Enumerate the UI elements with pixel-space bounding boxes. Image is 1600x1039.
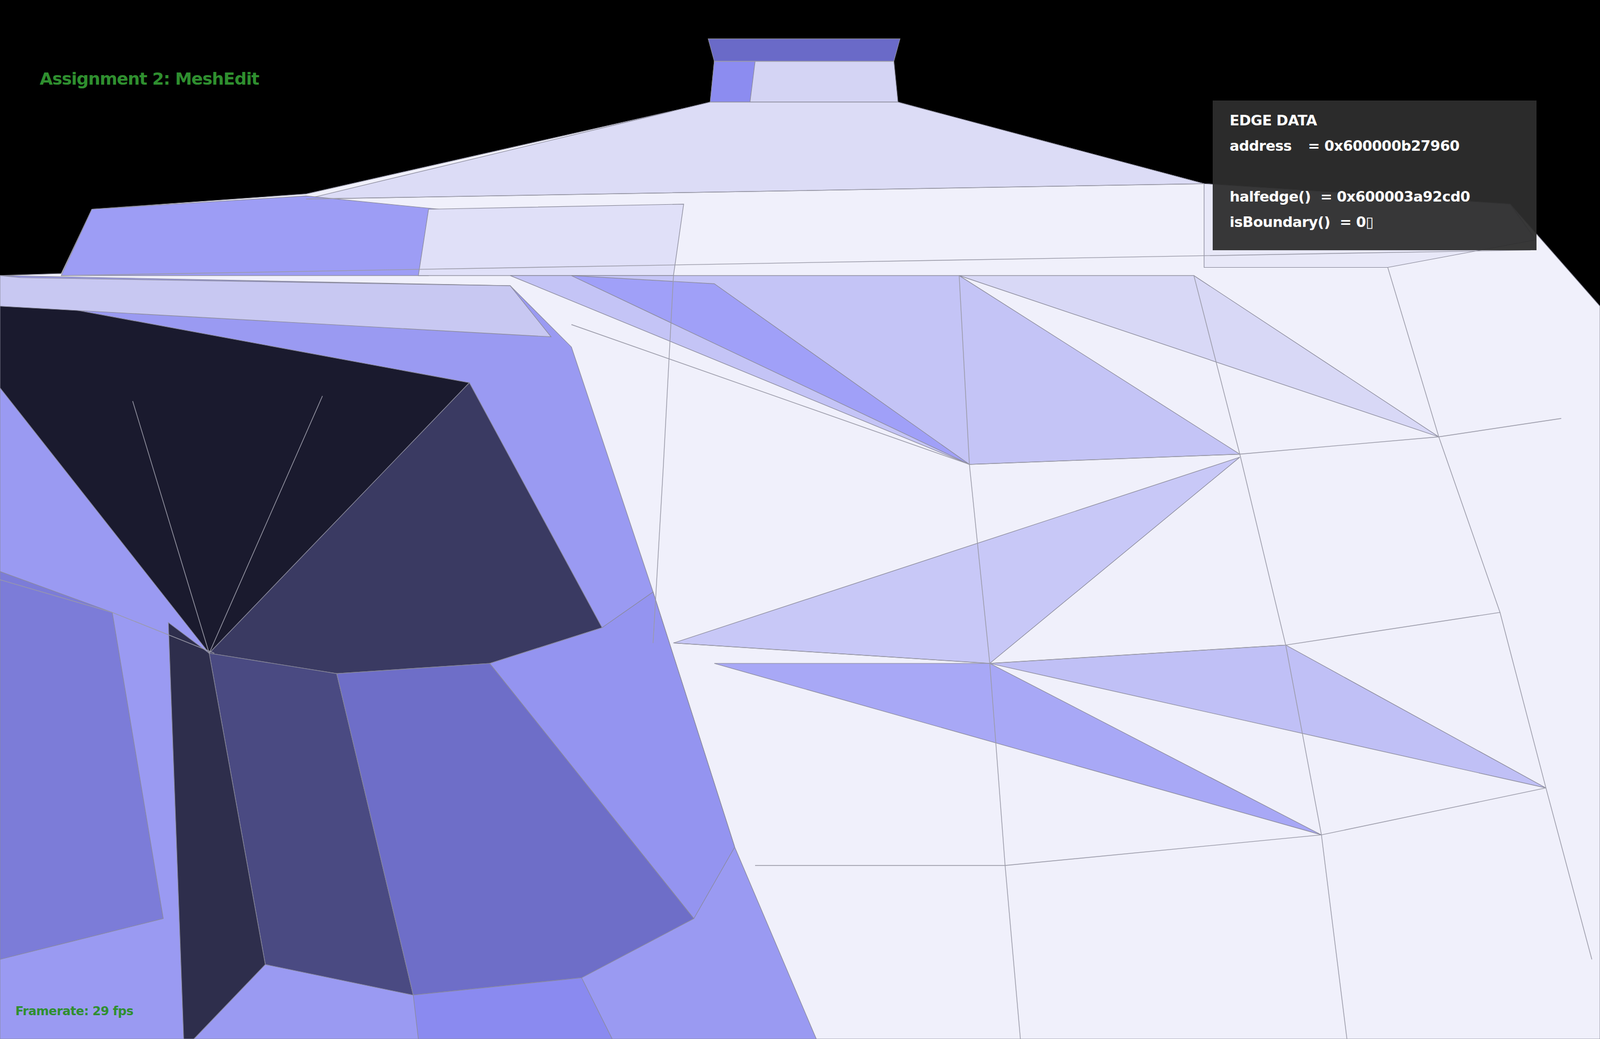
mesh-edge[interactable] (959, 275, 1021, 1039)
info-group: address = 0x600000b27960 (1229, 133, 1526, 159)
mesh-face[interactable] (989, 644, 1547, 788)
mesh-face[interactable] (489, 592, 735, 919)
mesh-face[interactable] (710, 61, 756, 103)
mesh-edge[interactable] (0, 579, 215, 654)
mesh-edge[interactable] (1387, 267, 1593, 960)
mesh-edge[interactable] (652, 275, 674, 644)
info-label: halfedge() (1229, 184, 1311, 210)
mesh-edge[interactable] (755, 787, 1547, 866)
framerate-label: Framerate: 29 fps (15, 1004, 134, 1018)
info-value: = 0x600000b27960 (1307, 133, 1460, 159)
mesh-edge[interactable] (132, 396, 323, 654)
info-label: address (1229, 133, 1299, 159)
mesh-edge[interactable] (1193, 275, 1347, 1039)
mesh-edge[interactable] (571, 324, 1562, 465)
mesh-face[interactable] (418, 204, 684, 276)
mesh-face[interactable] (0, 275, 817, 1039)
mesh-face[interactable] (959, 275, 1439, 438)
mesh-face[interactable] (710, 61, 898, 103)
mesh-face[interactable] (208, 382, 603, 674)
app-title: Assignment 2: MeshEdit (39, 68, 259, 89)
info-group: halfedge() = 0x600003a92cd0isBoundary() … (1229, 184, 1526, 235)
mesh-face[interactable] (707, 38, 900, 61)
edge-data-panel: EDGE DATA address = 0x600000b27960 halfed… (1212, 100, 1537, 251)
mesh-face[interactable] (0, 275, 551, 338)
mesh-edge[interactable] (673, 612, 1500, 664)
viewport-background (0, 0, 1600, 1039)
info-row: address = 0x600000b27960 (1229, 133, 1526, 159)
info-row: isBoundary() = 0▯ (1229, 209, 1526, 235)
mesh-edge[interactable] (61, 250, 1531, 276)
meshedit-window: Assignment 2: MeshEdit EDGE DATA address… (0, 0, 1600, 1039)
mesh-edge[interactable] (714, 60, 894, 62)
mesh-edge[interactable] (306, 183, 1205, 199)
info-row: halfedge() = 0x600003a92cd0 (1229, 184, 1526, 210)
mesh-face[interactable] (61, 195, 440, 276)
panel-heading: EDGE DATA (1229, 107, 1526, 134)
info-value: = 0x600003a92cd0 (1320, 184, 1470, 210)
mesh-face[interactable] (0, 571, 164, 960)
info-value: = 0▯ (1339, 209, 1374, 235)
mesh-face[interactable] (571, 275, 970, 465)
mesh-face[interactable] (306, 102, 1205, 199)
mesh-face[interactable] (413, 977, 613, 1039)
mesh-face[interactable] (168, 622, 266, 1039)
mesh-face[interactable] (673, 457, 1240, 664)
info-label: isBoundary() (1229, 209, 1331, 235)
